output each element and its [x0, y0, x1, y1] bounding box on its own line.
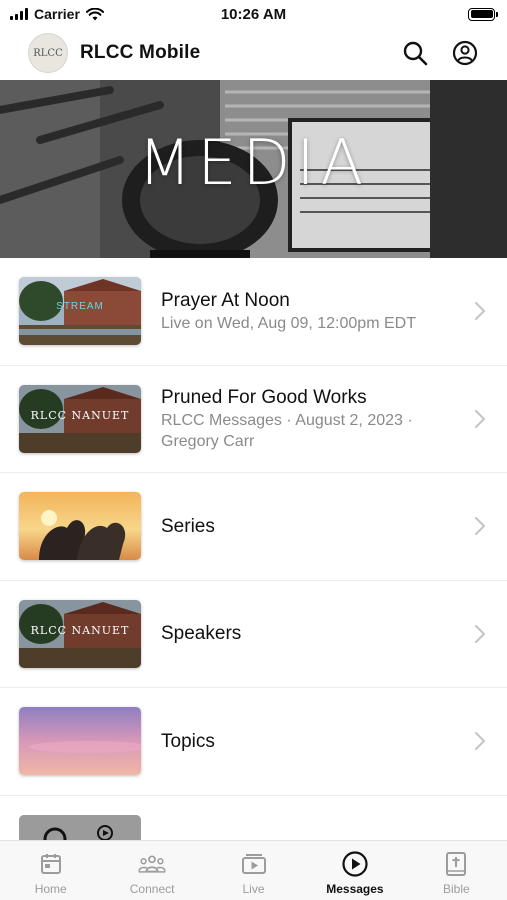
- battery-icon: [468, 7, 498, 21]
- tab-label: Bible: [442, 882, 470, 896]
- wifi-icon: [85, 7, 104, 20]
- tab-connect[interactable]: Connect: [101, 841, 202, 900]
- video-icon: [241, 854, 266, 874]
- tab-label: Messages: [326, 882, 384, 896]
- tab-bible[interactable]: Bible: [406, 841, 507, 900]
- item-subtitle: RLCC Messages · August 2, 2023 · Gregory…: [161, 411, 413, 450]
- media-hero-banner: MEDIA: [0, 80, 507, 258]
- list-item-topics[interactable]: Topics: [0, 688, 507, 796]
- app-title: RLCC Mobile: [80, 42, 201, 63]
- item-title: Pruned For Good Works: [161, 386, 367, 408]
- thumbnail-image: [19, 492, 141, 561]
- thumbnail-caption: RLCC NANUET: [30, 623, 130, 637]
- status-bar: Carrier 10:26 AM: [0, 0, 507, 28]
- account-icon: [452, 40, 478, 66]
- tab-label: Live: [242, 882, 265, 896]
- logo-text: RLCC: [33, 47, 63, 59]
- chevron-right-icon: [475, 517, 485, 536]
- tab-messages[interactable]: Messages: [304, 841, 405, 900]
- thumbnail-image: [19, 707, 141, 776]
- thumbnail-image: STREAM: [19, 277, 141, 346]
- tab-label: Connect: [129, 882, 175, 896]
- list-item-series[interactable]: Series: [0, 473, 507, 581]
- item-title: Series: [161, 515, 215, 537]
- chevron-right-icon: [475, 409, 485, 428]
- thumbnail-caption: RLCC NANUET: [30, 408, 130, 422]
- signal-icon: [10, 8, 28, 20]
- tab-bar: Home Connect Live Messages Bible: [0, 840, 507, 900]
- thumbnail-image: RLCC NANUET: [19, 599, 141, 668]
- status-time: 10:26 AM: [220, 5, 287, 23]
- item-text: Prayer At Noon Live on Wed, Aug 09, 12:0…: [161, 289, 507, 334]
- church-logo[interactable]: RLCC: [28, 33, 68, 73]
- search-icon: [403, 41, 428, 66]
- item-subtitle: Live on Wed, Aug 09, 12:00pm EDT: [161, 314, 416, 332]
- item-text: Topics: [161, 730, 507, 753]
- search-button[interactable]: [401, 39, 429, 67]
- chevron-right-icon: [475, 624, 485, 643]
- hero-title: MEDIA: [137, 126, 370, 199]
- media-list: STREAM Prayer At Noon Live on Wed, Aug 0…: [0, 258, 507, 796]
- tab-live[interactable]: Live: [203, 841, 304, 900]
- item-title: Speakers: [161, 623, 242, 645]
- header-actions: [401, 39, 479, 67]
- people-icon: [138, 855, 166, 873]
- tab-home[interactable]: Home: [0, 841, 101, 900]
- item-text: Speakers: [161, 622, 507, 645]
- chevron-right-icon: [475, 732, 485, 751]
- item-text: Pruned For Good Works RLCC Messages · Au…: [161, 386, 507, 452]
- profile-button[interactable]: [451, 39, 479, 67]
- item-title: Prayer At Noon: [161, 289, 290, 311]
- list-item-speakers[interactable]: RLCC NANUET Speakers: [0, 581, 507, 688]
- play-circle-icon: [342, 851, 368, 877]
- list-item-pruned-for-good-works[interactable]: RLCC NANUET Pruned For Good Works RLCC M…: [0, 366, 507, 473]
- thumbnail-image: RLCC NANUET: [19, 384, 141, 453]
- bible-icon: [446, 852, 467, 876]
- thumbnail-caption: STREAM: [56, 301, 104, 313]
- item-text: Series: [161, 515, 507, 538]
- list-item-prayer-at-noon[interactable]: STREAM Prayer At Noon Live on Wed, Aug 0…: [0, 258, 507, 366]
- status-left: Carrier: [10, 6, 104, 22]
- tab-label: Home: [34, 882, 67, 896]
- calendar-icon: [40, 854, 61, 874]
- chevron-right-icon: [475, 302, 485, 321]
- item-title: Topics: [161, 730, 215, 752]
- app-header: RLCC RLCC Mobile: [0, 28, 507, 78]
- carrier-label: Carrier: [34, 6, 80, 22]
- partial-thumbnail-image: [19, 815, 141, 841]
